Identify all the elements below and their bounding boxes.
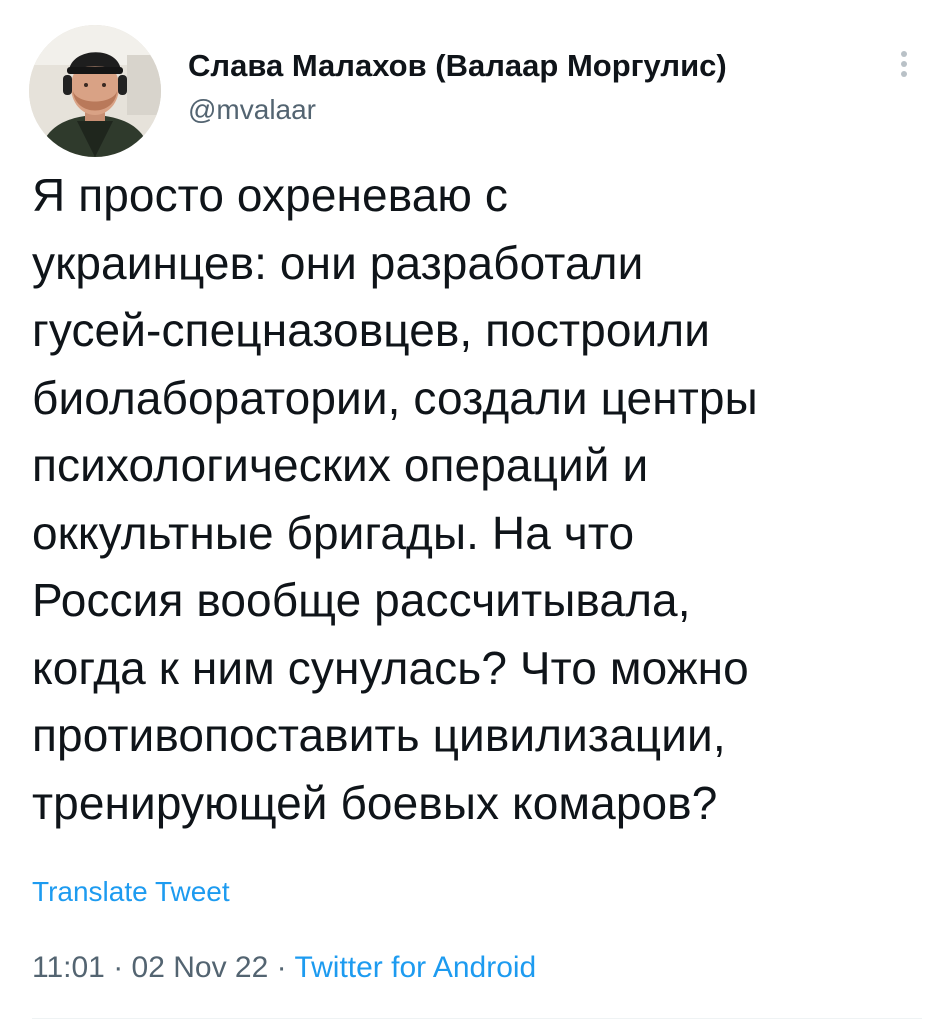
meta-separator: · [113, 951, 124, 984]
author-name[interactable]: Слава Малахов (Валаар Моргулис) [188, 46, 868, 86]
tweet-text: Я просто охреневаю с украинцев: они разр… [32, 169, 758, 829]
author-handle[interactable]: @mvalaar [188, 92, 868, 128]
tweet-metadata: 11:01 · 02 Nov 22 · Twitter for Android [32, 948, 536, 988]
meta-separator: · [276, 951, 287, 984]
tweet-time[interactable]: 11:01 [32, 951, 105, 984]
divider [32, 1018, 922, 1019]
tweet-card: Слава Малахов (Валаар Моргулис) @mvalaar… [0, 0, 951, 1024]
author-avatar[interactable] [29, 25, 161, 157]
author-info: Слава Малахов (Валаар Моргулис) @mvalaar [188, 46, 868, 128]
user-photo-avatar-icon [29, 25, 161, 157]
tweet-source-link[interactable]: Twitter for Android [294, 951, 536, 984]
more-options-button[interactable] [884, 44, 924, 84]
vertical-ellipsis-icon [901, 51, 907, 77]
translate-tweet-link[interactable]: Translate Tweet [32, 874, 230, 910]
tweet-date[interactable]: 02 Nov 22 [132, 951, 269, 984]
